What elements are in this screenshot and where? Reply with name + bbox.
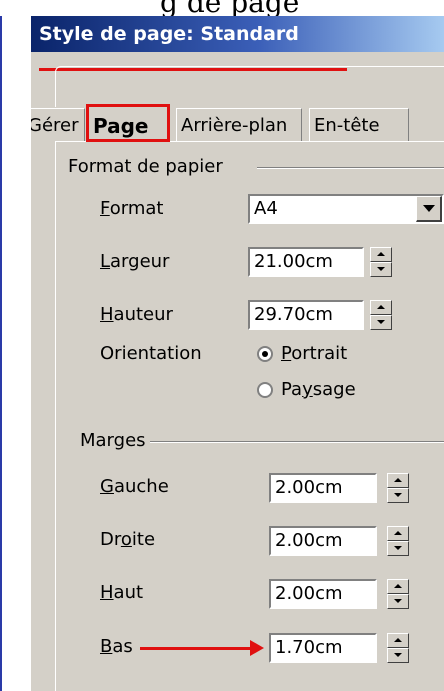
height-stepper[interactable] [370,300,392,330]
top-margin-field[interactable]: 2.00cm [269,579,377,609]
width-stepper[interactable] [370,247,392,277]
right-margin-label: Droite [100,529,156,550]
format-select[interactable]: A4 [248,194,444,224]
spin-up-icon[interactable] [370,247,392,262]
chevron-down-icon[interactable] [416,196,442,222]
dialog-titlebar[interactable]: Style de page: Standard [31,16,444,52]
tab-label: Gérer [31,115,79,136]
spin-down-icon[interactable] [387,648,409,663]
tab-gerer[interactable]: Gérer [31,108,85,141]
dialog-title: Style de page: Standard [39,23,299,45]
spin-down-icon[interactable] [387,594,409,609]
landscape-radio[interactable] [257,382,273,398]
portrait-label[interactable]: Portrait [281,343,347,364]
landscape-label[interactable]: Paysage [281,379,356,400]
spin-down-icon[interactable] [370,262,392,277]
tab-en-tete[interactable]: En-tête [309,108,409,141]
group-title-paper: Format de papier [68,156,227,177]
spin-down-icon[interactable] [387,541,409,556]
bottom-margin-label: Bas [100,636,133,657]
left-border-line [0,16,2,691]
top-margin-label: Haut [100,582,144,603]
right-margin-stepper[interactable] [387,526,409,556]
right-margin-field[interactable]: 2.00cm [269,526,377,556]
left-margin-stepper[interactable] [387,473,409,503]
left-margin-field[interactable]: 2.00cm [269,473,377,503]
group-line-margins [141,441,444,443]
tab-label: Page [93,114,149,138]
tab-page[interactable]: Page [86,104,170,142]
annotation-arrow-head-icon [250,640,264,656]
spin-down-icon[interactable] [387,488,409,503]
width-value: 21.00cm [254,251,333,272]
top-margin-stepper[interactable] [387,579,409,609]
bottom-margin-stepper[interactable] [387,633,409,663]
format-label: Format [100,198,164,219]
width-label: Largeur [100,251,170,272]
portrait-radio[interactable] [257,346,273,362]
orientation-label: Orientation [100,343,202,364]
spin-up-icon[interactable] [387,579,409,594]
spin-up-icon[interactable] [387,633,409,648]
tab-label: Arrière-plan [181,115,288,136]
group-title-margins: Marges [80,430,150,451]
tab-row-frame [55,66,444,107]
right-margin-value: 2.00cm [275,530,343,551]
spin-up-icon[interactable] [387,473,409,488]
annotation-arrow-line [140,647,252,650]
left-margin-label: Gauche [100,476,169,497]
page-style-dialog: Style de page: Standard Gérer Page Arriè… [31,16,444,691]
height-value: 29.70cm [254,304,333,325]
top-margin-value: 2.00cm [275,583,343,604]
format-value: A4 [254,198,278,219]
bottom-margin-field[interactable]: 1.70cm [269,633,377,663]
bottom-margin-value: 1.70cm [275,637,343,658]
spin-up-icon[interactable] [387,526,409,541]
tab-label: En-tête [314,115,380,136]
tab-arriere-plan[interactable]: Arrière-plan [176,108,302,141]
spin-up-icon[interactable] [370,300,392,315]
left-margin-value: 2.00cm [275,477,343,498]
spin-down-icon[interactable] [370,315,392,330]
width-field[interactable]: 21.00cm [248,247,364,277]
group-line-paper [257,167,444,169]
height-label: Hauteur [100,304,173,325]
height-field[interactable]: 29.70cm [248,300,364,330]
